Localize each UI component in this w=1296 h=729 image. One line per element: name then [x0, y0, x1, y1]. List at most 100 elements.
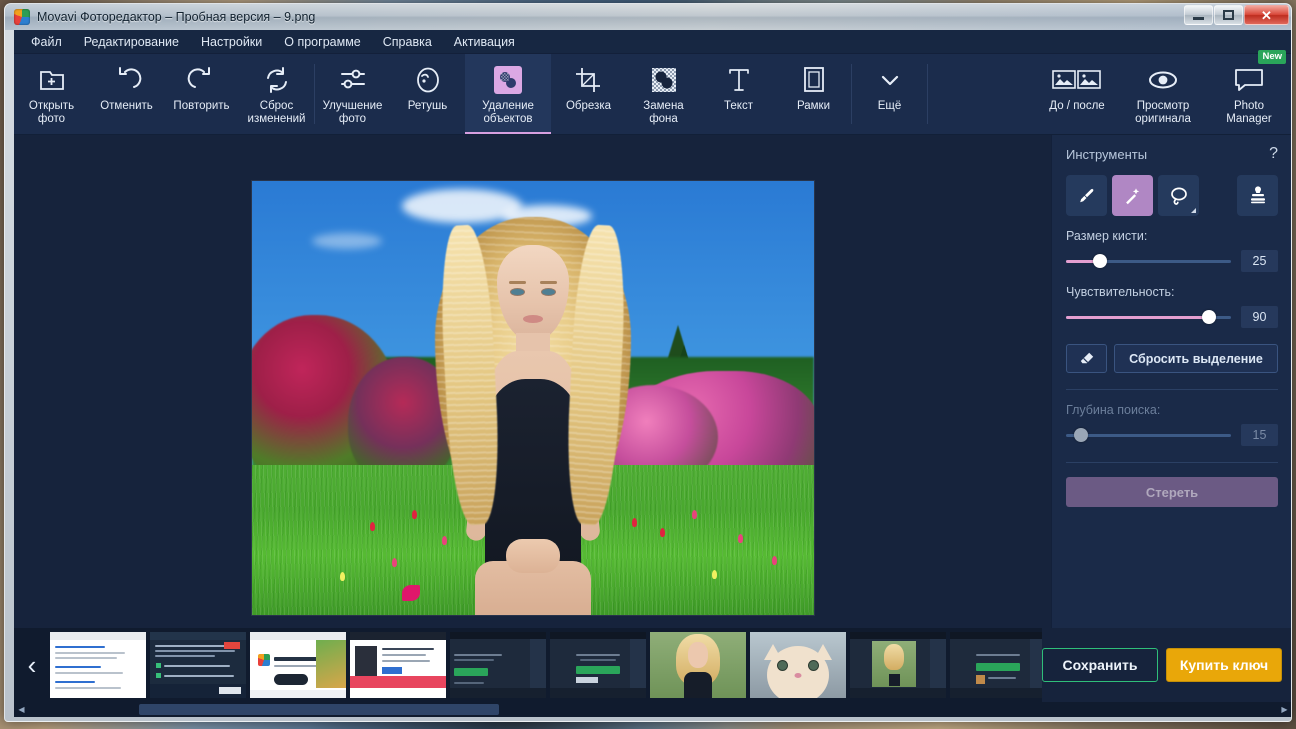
scene-flower	[411, 510, 417, 519]
chevron-down-icon	[877, 63, 903, 97]
scene-flower	[369, 522, 375, 531]
menu-settings[interactable]: Настройки	[190, 32, 273, 52]
sensitivity-value[interactable]: 90	[1241, 306, 1278, 328]
thumbnail-9[interactable]	[850, 632, 946, 698]
brush-size-slider-knob[interactable]	[1093, 253, 1108, 268]
menu-about[interactable]: О программе	[273, 32, 371, 52]
photo-manager-new-badge: New	[1258, 50, 1286, 64]
toolbar-enhance[interactable]: Улучшение фото	[315, 54, 390, 134]
toolbar-redo[interactable]: Повторить	[164, 54, 239, 134]
menu-activation[interactable]: Активация	[443, 32, 526, 52]
toolbar-open-photo[interactable]: Открыть фото	[14, 54, 89, 134]
toolbar-open-photo-label: Открыть фото	[28, 100, 75, 125]
toolbar-object-removal[interactable]: Удаление объектов	[465, 54, 551, 134]
toolbar-redo-label: Повторить	[173, 100, 230, 112]
scroll-left-arrow[interactable]: ◀	[14, 702, 29, 717]
app-logo-icon	[14, 9, 30, 25]
search-depth-slider	[1066, 427, 1231, 442]
filmstrip-prev-arrow[interactable]: ‹	[14, 628, 50, 702]
toolbar-photo-manager[interactable]: New Photo Manager	[1206, 50, 1291, 134]
filmstrip-scrollbar[interactable]: ◀ ▶	[14, 702, 1291, 717]
sensitivity-slider[interactable]	[1066, 309, 1231, 324]
scroll-right-arrow[interactable]: ▶	[1277, 702, 1291, 717]
photo-manager-icon	[1232, 63, 1266, 97]
scene-flower	[659, 528, 665, 537]
toolbar-more[interactable]: Ещё	[852, 54, 927, 134]
scene-flower	[691, 510, 697, 519]
thumbnail-1[interactable]	[50, 632, 146, 698]
thumbnail-7[interactable]	[650, 632, 746, 698]
toolbar-view-original[interactable]: Просмотр оригинала	[1120, 54, 1206, 134]
sensitivity-row: 90	[1066, 306, 1278, 328]
toolbar-crop[interactable]: Обрезка	[551, 54, 626, 134]
action-buttons-bar: Сохранить Купить ключ	[1042, 628, 1291, 702]
stamp-tool-button[interactable]	[1237, 175, 1278, 216]
thumbnail-3[interactable]	[250, 632, 346, 698]
menu-bar: Файл Редактирование Настройки О программ…	[14, 30, 1291, 54]
scrollbar-track[interactable]	[29, 702, 1277, 717]
lasso-tool-button[interactable]	[1158, 175, 1199, 216]
lasso-submenu-indicator-icon[interactable]	[1191, 208, 1196, 213]
reset-selection-button[interactable]: Сбросить выделение	[1114, 344, 1278, 373]
enhance-photo-icon	[338, 63, 368, 97]
scrollbar-thumb[interactable]	[139, 704, 499, 715]
toolbar-enhance-label: Улучшение фото	[322, 100, 383, 125]
toolbar-bg-change[interactable]: Замена фона	[626, 54, 701, 134]
toolbar-undo[interactable]: Отменить	[89, 54, 164, 134]
thumbnail-8[interactable]	[750, 632, 846, 698]
close-button[interactable]: ✕	[1244, 5, 1289, 25]
toolbar-photo-manager-label: Photo Manager	[1226, 100, 1272, 125]
minimize-button[interactable]	[1184, 5, 1213, 25]
thumbnail-6[interactable]	[550, 632, 646, 698]
toolbar-frames-label: Рамки	[796, 100, 831, 112]
sensitivity-slider-knob[interactable]	[1201, 309, 1216, 324]
window-title: Movavi Фоторедактор – Пробная версия – 9…	[37, 10, 316, 24]
search-depth-value: 15	[1241, 424, 1278, 446]
selection-actions-row: Сбросить выделение	[1066, 344, 1278, 373]
thumbnail-2[interactable]	[150, 632, 246, 698]
scene-flower	[391, 558, 397, 567]
save-button[interactable]: Сохранить	[1042, 648, 1158, 682]
photo-canvas[interactable]	[251, 181, 814, 615]
toolbar-frames[interactable]: Рамки	[776, 54, 851, 134]
eye-icon	[1146, 63, 1180, 97]
toolbar-retouch-label: Ретушь	[407, 100, 448, 112]
scene-flower	[737, 534, 743, 543]
redo-icon	[187, 63, 217, 97]
erase-button[interactable]: Стереть	[1066, 477, 1278, 507]
menu-file[interactable]: Файл	[20, 32, 73, 52]
brush-tool-button[interactable]	[1066, 175, 1107, 216]
brush-size-slider[interactable]	[1066, 253, 1231, 268]
help-icon[interactable]: ?	[1269, 145, 1278, 163]
eraser-button[interactable]	[1066, 344, 1107, 373]
reset-changes-icon	[262, 63, 292, 97]
toolbar-text[interactable]: Текст	[701, 54, 776, 134]
menu-help[interactable]: Справка	[372, 32, 443, 52]
open-photo-icon	[37, 63, 67, 97]
tool-buttons-row	[1066, 175, 1278, 216]
thumbnail-4[interactable]	[350, 632, 446, 698]
toolbar-text-label: Текст	[724, 100, 753, 112]
toolbar-filler	[928, 54, 1034, 134]
menu-edit[interactable]: Редактирование	[73, 32, 190, 52]
brush-size-value[interactable]: 25	[1241, 250, 1278, 272]
buy-key-button[interactable]: Купить ключ	[1166, 648, 1282, 682]
toolbar-before-after[interactable]: До / после	[1034, 54, 1120, 134]
crop-icon	[574, 63, 604, 97]
magic-wand-tool-button[interactable]	[1112, 175, 1153, 216]
scene-flower	[401, 585, 420, 601]
toolbar-more-label: Ещё	[877, 100, 902, 112]
toolbar-bg-change-label: Замена фона	[643, 100, 684, 125]
thumbnail-10[interactable]	[950, 632, 1046, 698]
search-depth-label: Глубина поиска:	[1066, 403, 1161, 417]
model-hands	[505, 539, 560, 573]
toolbar-reset[interactable]: Сброс изменений	[239, 54, 314, 134]
undo-icon	[112, 63, 142, 97]
toolbar-crop-label: Обрезка	[565, 100, 612, 112]
toolbar-retouch[interactable]: Ретушь	[390, 54, 465, 134]
thumbnail-5[interactable]	[450, 632, 546, 698]
retouch-icon	[413, 63, 443, 97]
maximize-button[interactable]	[1214, 5, 1243, 25]
sensitivity-label: Чувствительность:	[1066, 285, 1175, 299]
text-icon	[724, 63, 754, 97]
